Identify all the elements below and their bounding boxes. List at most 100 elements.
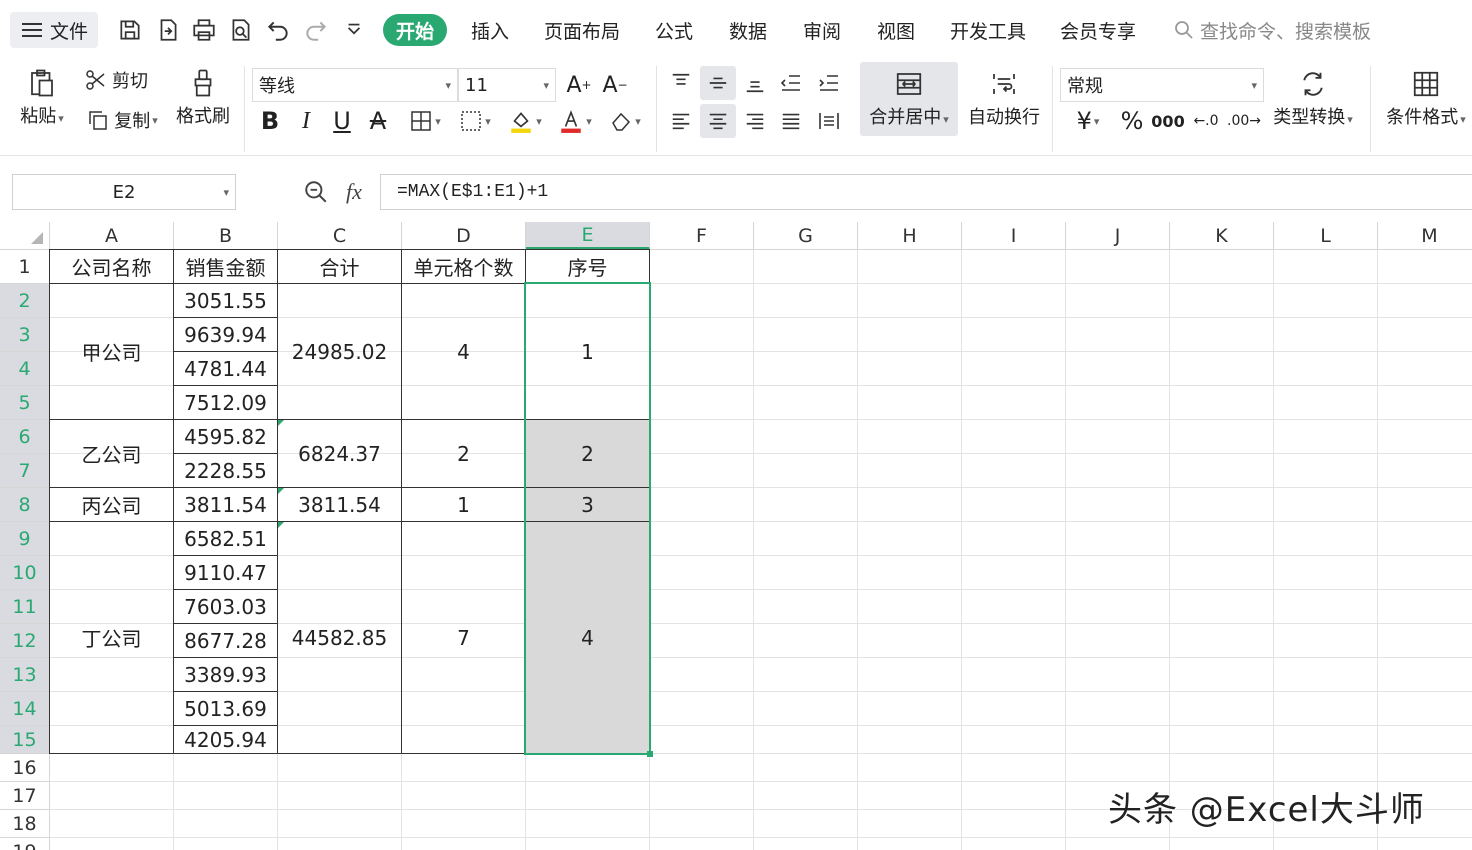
column-header[interactable]: M [1378,222,1472,250]
redo-icon[interactable] [302,16,330,44]
copy-button[interactable]: 复制 [80,104,164,136]
tab-home[interactable]: 开始 [383,14,447,46]
decrease-font-icon[interactable]: A − [598,68,632,102]
percent-icon[interactable]: % [1116,104,1148,138]
thousands-separator-icon[interactable]: 000 [1151,104,1184,138]
row-header[interactable]: 18 [0,810,50,838]
sales-cell[interactable]: 4205.94 [173,725,278,754]
row-header[interactable]: 12 [0,624,50,658]
decrease-decimal-icon[interactable]: .00→ [1226,104,1262,138]
header-cell[interactable]: 合计 [277,249,402,284]
row-header[interactable]: 2 [0,284,50,318]
format-painter-button[interactable]: 格式刷 [172,62,234,134]
row-header[interactable]: 17 [0,782,50,810]
column-header[interactable]: D [402,222,526,250]
increase-decimal-icon[interactable]: ←.0 [1188,104,1224,138]
wrap-text-button[interactable]: 自动换行 [964,62,1044,136]
sales-cell[interactable]: 7512.09 [173,385,278,420]
paste-button[interactable]: 粘贴 [12,62,72,134]
align-left-icon[interactable] [664,104,698,138]
fx-icon[interactable]: fx [338,176,370,208]
seq-cell[interactable]: 1 [525,283,650,420]
sales-cell[interactable]: 7603.03 [173,589,278,624]
sales-cell[interactable]: 2228.55 [173,453,278,488]
row-header[interactable]: 15 [0,726,50,754]
company-cell[interactable]: 乙公司 [49,419,174,488]
row-header[interactable]: 7 [0,454,50,488]
row-header[interactable]: 9 [0,522,50,556]
formula-input[interactable]: =MAX(E$1:E1)+1 [380,174,1472,210]
fill-color-icon[interactable] [502,104,548,138]
column-header[interactable]: B [174,222,278,250]
tab-view[interactable]: 视图 [870,14,922,46]
increase-indent-icon[interactable] [812,66,846,100]
cut-button[interactable]: 剪切 [80,64,152,96]
font-color-icon[interactable] [552,104,598,138]
align-right-icon[interactable] [738,104,772,138]
total-cell[interactable]: 3811.54 [277,487,402,522]
conditional-format-button[interactable]: 条件格式 [1380,62,1472,136]
strikethrough-icon[interactable]: A [362,104,394,138]
select-all-corner[interactable] [0,222,50,250]
row-header[interactable]: 1 [0,250,50,284]
file-menu-button[interactable]: 文件 [10,12,98,48]
sales-cell[interactable]: 6582.51 [173,521,278,556]
export-pdf-icon[interactable] [154,16,182,44]
borders-icon[interactable] [402,104,448,138]
underline-icon[interactable]: U [326,104,358,138]
bold-icon[interactable]: B [254,104,286,138]
currency-icon[interactable]: ¥ [1064,104,1112,138]
total-cell[interactable]: 24985.02 [277,283,402,420]
seq-cell[interactable]: 3 [525,487,650,522]
decrease-indent-icon[interactable] [774,66,808,100]
command-search[interactable]: 查找命令、搜索模板 [1172,14,1371,46]
column-header[interactable]: A [50,222,174,250]
company-cell[interactable]: 甲公司 [49,283,174,420]
header-cell[interactable]: 单元格个数 [401,249,526,284]
header-cell[interactable]: 公司名称 [49,249,174,284]
tab-formulas[interactable]: 公式 [648,14,700,46]
sales-cell[interactable]: 3051.55 [173,283,278,318]
count-cell[interactable]: 2 [401,419,526,488]
header-cell[interactable]: 序号 [525,249,650,284]
row-header[interactable]: 13 [0,658,50,692]
column-header[interactable]: L [1274,222,1378,250]
row-header[interactable]: 6 [0,420,50,454]
column-header[interactable]: H [858,222,962,250]
row-header[interactable]: 16 [0,754,50,782]
sales-cell[interactable]: 8677.28 [173,623,278,658]
distributed-align-icon[interactable] [812,104,846,138]
sales-cell[interactable]: 3389.93 [173,657,278,692]
row-header[interactable]: 3 [0,318,50,352]
total-cell[interactable]: 6824.37 [277,419,402,488]
save-icon[interactable] [116,16,144,44]
cell-style-icon[interactable] [452,104,498,138]
tab-member[interactable]: 会员专享 [1054,14,1142,46]
column-header[interactable]: G [754,222,858,250]
align-top-icon[interactable] [664,66,698,100]
increase-font-icon[interactable]: A + [562,68,596,102]
tab-review[interactable]: 审阅 [796,14,848,46]
sales-cell[interactable]: 5013.69 [173,691,278,726]
tab-data[interactable]: 数据 [722,14,774,46]
row-header[interactable]: 11 [0,590,50,624]
count-cell[interactable]: 7 [401,521,526,754]
row-header[interactable]: 4 [0,352,50,386]
row-header[interactable]: 10 [0,556,50,590]
italic-icon[interactable]: I [290,104,322,138]
clear-format-icon[interactable] [602,104,648,138]
tab-page-layout[interactable]: 页面布局 [538,14,626,46]
count-cell[interactable]: 1 [401,487,526,522]
column-header[interactable]: C [278,222,402,250]
row-header[interactable]: 14 [0,692,50,726]
column-header[interactable]: F [650,222,754,250]
justify-icon[interactable] [774,104,808,138]
column-header[interactable]: J [1066,222,1170,250]
name-box[interactable]: E2 ▾ [12,174,236,210]
column-header[interactable]: E [526,222,650,250]
seq-cell[interactable]: 4 [525,521,650,754]
total-cell[interactable]: 44582.85 [277,521,402,754]
header-cell[interactable]: 销售金额 [173,249,278,284]
customize-toolbar-icon[interactable] [340,16,368,44]
sales-cell[interactable]: 9110.47 [173,555,278,590]
